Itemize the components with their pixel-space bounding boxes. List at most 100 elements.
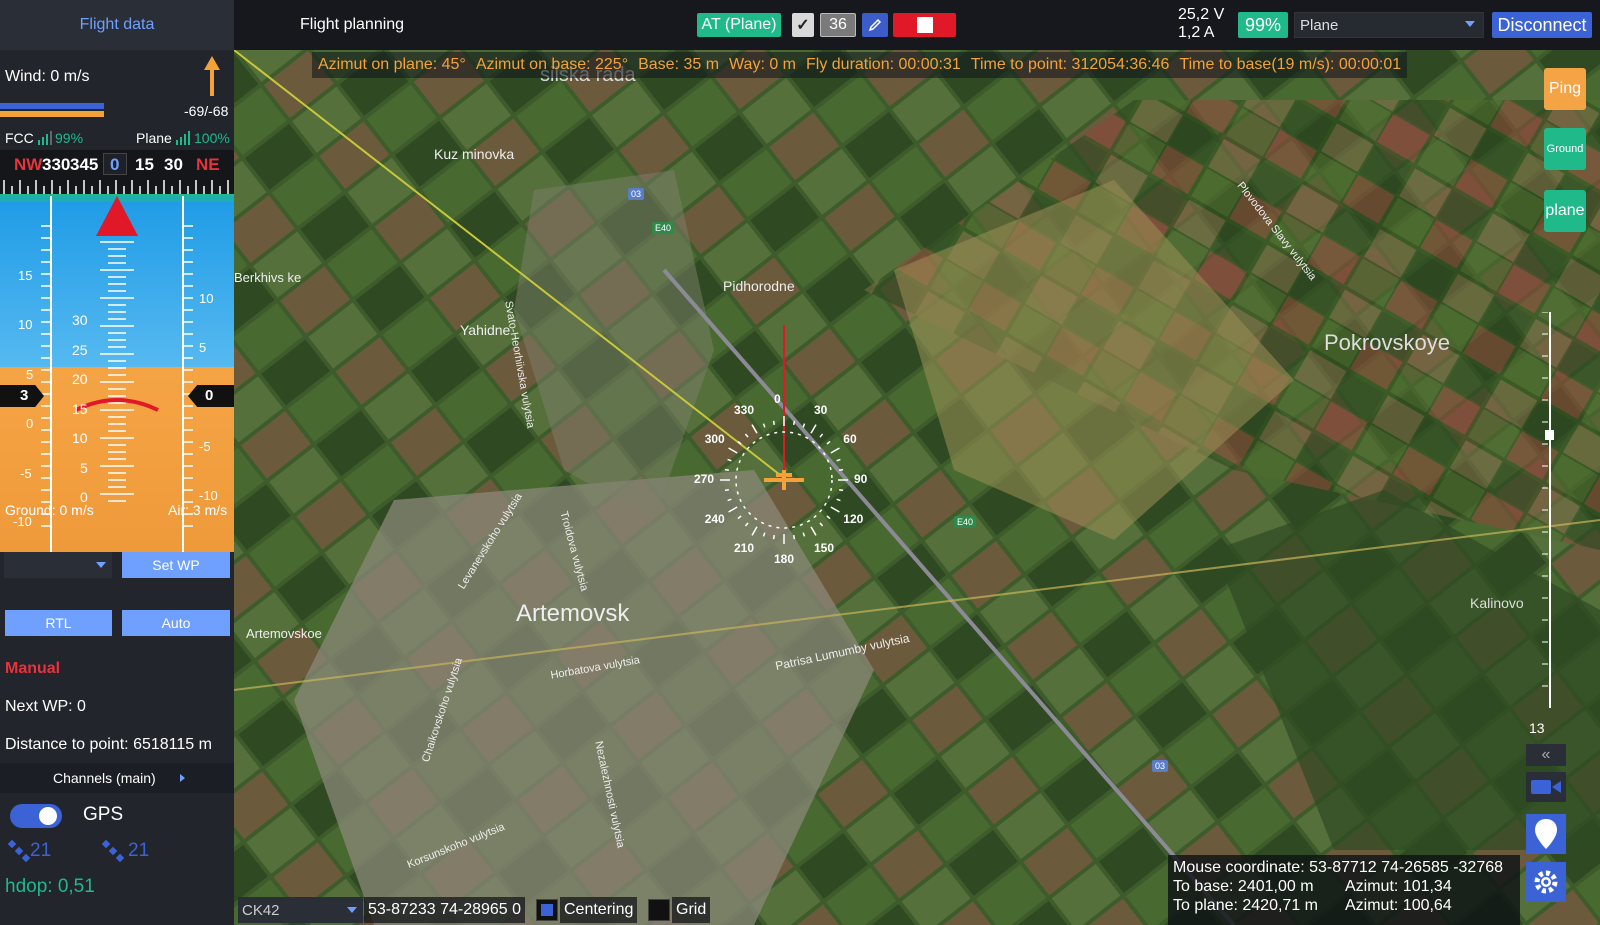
time-to-point: Time to point: 312054:36:46 <box>970 56 1170 73</box>
collapse-icon[interactable]: « <box>1526 744 1566 766</box>
rtl-button[interactable]: RTL <box>5 610 112 636</box>
alt-scale-label: 15 <box>18 268 33 283</box>
battery-badge: 99% <box>1238 12 1288 38</box>
pitch-label: 20 <box>72 371 88 387</box>
toggle-knob <box>39 807 57 825</box>
satellites-visible: 21 <box>128 840 150 861</box>
wind-values: -69/-68 <box>184 103 229 119</box>
disconnect-button[interactable]: Disconnect <box>1492 12 1592 38</box>
crs-value: CK42 <box>242 901 280 919</box>
road-marker: E40 <box>954 516 977 528</box>
arm-checkbox[interactable]: ✓ <box>792 13 814 37</box>
camera-icon[interactable] <box>1526 772 1566 802</box>
plane-link-value: 100% <box>194 130 230 146</box>
heading-current: 0 <box>110 155 120 174</box>
base-distance: Base: 35 m <box>638 56 720 73</box>
vs-scale-label: 10 <box>199 291 214 306</box>
centering-checkbox[interactable] <box>536 899 558 921</box>
road-marker: 03 <box>1152 760 1169 772</box>
satellite-icon <box>102 840 124 862</box>
alt-scale-label: -5 <box>20 466 32 481</box>
crs-select[interactable]: CK42 <box>238 897 363 923</box>
zoom-level: 13 <box>1529 720 1545 736</box>
set-wp-button[interactable]: Set WP <box>122 552 230 578</box>
pitch-label: 5 <box>80 460 88 476</box>
plane-signal-icon <box>176 131 190 145</box>
marker-icon[interactable] <box>1526 814 1566 854</box>
compass-label: 330 <box>734 402 755 417</box>
place-label: Pidhorodne <box>723 278 795 294</box>
stop-icon <box>916 17 933 33</box>
ping-button[interactable]: Ping <box>1544 68 1586 110</box>
grid-label: Grid <box>672 897 711 923</box>
road-marker: E40 <box>652 222 675 234</box>
tab-flight-planning[interactable]: Flight planning <box>300 0 404 50</box>
alt-scale-label: 5 <box>26 367 34 382</box>
plane-button[interactable]: plane <box>1544 190 1586 232</box>
compass-label: 0 <box>774 392 781 406</box>
flight-info-bar: Azimut on plane: 45° Azimut on base: 225… <box>312 52 1408 78</box>
count-box[interactable]: 36 <box>820 13 856 37</box>
heading-330: 330 <box>42 155 71 174</box>
channels-header[interactable]: Channels (main) <box>0 763 234 793</box>
zoom-slider[interactable] <box>1530 312 1554 708</box>
place-label: Pokrovskoye <box>1324 330 1450 355</box>
wind-bar-orange <box>0 111 104 117</box>
edit-icon[interactable] <box>862 13 888 37</box>
hdop-value: hdop: 0,51 <box>5 876 95 897</box>
road-marker: 03 <box>628 188 645 200</box>
compass-label: 150 <box>814 541 835 556</box>
to-plane: To plane: 2420,71 m <box>1173 897 1318 914</box>
heading-tape: NW 330 345 0 15 30 NE <box>0 150 234 196</box>
heading-30: 30 <box>164 155 183 174</box>
compass-label: 270 <box>694 472 715 486</box>
compass-label: 180 <box>774 552 795 566</box>
azimut-base: Azimut on base: 225° <box>475 56 629 73</box>
place-label: Artemovsk <box>516 600 630 627</box>
place-label: Artemovskoe <box>246 626 322 641</box>
aircraft-symbol <box>75 398 159 412</box>
tab-flight-data[interactable]: Flight data <box>0 0 234 50</box>
fly-duration: Fly duration: 00:00:31 <box>806 56 961 73</box>
chevron-down-icon <box>96 562 106 568</box>
vs-current: 0 <box>205 387 214 404</box>
grid-checkbox[interactable] <box>648 899 670 921</box>
plane-link-label: Plane <box>136 130 172 146</box>
vehicle-select[interactable]: Plane <box>1294 12 1484 38</box>
stop-button[interactable] <box>893 13 956 37</box>
voltage-value: 25,2 V <box>1178 6 1225 23</box>
auto-button[interactable]: Auto <box>122 610 230 636</box>
waypoint-select[interactable] <box>4 552 112 578</box>
current-value: 1,2 A <box>1178 24 1215 41</box>
compass-label: 210 <box>734 541 755 556</box>
chevron-down-icon <box>347 907 357 913</box>
map-view[interactable]: silska rada Kuz minovka Berkhivs ke Pidh… <box>234 50 1600 925</box>
compass-label: 60 <box>843 432 857 446</box>
power-readout: 25,2 V 1,2 A <box>1178 6 1224 42</box>
to-base: To base: 2401,00 m <box>1173 878 1314 895</box>
chevron-right-icon <box>180 774 185 782</box>
pitch-label: 30 <box>72 312 88 328</box>
compass-label: 90 <box>854 472 868 486</box>
place-label: Yahidne <box>460 322 511 338</box>
next-wp: Next WP: 0 <box>5 698 86 715</box>
way-distance: Way: 0 m <box>729 56 796 73</box>
satellites-count: 21 <box>30 840 52 861</box>
ground-button[interactable]: Ground <box>1544 128 1586 170</box>
flight-mode-badge[interactable]: AT (Plane) <box>697 13 781 37</box>
distance-to-point: Distance to point: 6518115 m <box>5 736 212 753</box>
chevron-down-icon <box>1465 21 1475 27</box>
gps-label: GPS <box>83 804 124 825</box>
attitude-indicator: 15 10 5 0 -5 -10 30 25 20 15 10 5 0 10 5… <box>0 196 234 552</box>
heading-ne: NE <box>196 155 220 174</box>
current-coordinates: 53-87233 74-28965 0 <box>364 897 526 923</box>
satellite-icon <box>8 840 30 862</box>
heading-ticks <box>0 180 234 196</box>
channels-label: Channels (main) <box>53 770 156 786</box>
checkbox-fill <box>541 904 553 916</box>
time-to-base: Time to base(19 m/s): 00:00:01 <box>1179 56 1402 73</box>
gps-toggle[interactable] <box>10 804 62 828</box>
vs-scale-label: -5 <box>199 439 211 454</box>
compass-label: 240 <box>704 512 725 526</box>
gear-icon[interactable] <box>1526 862 1566 902</box>
